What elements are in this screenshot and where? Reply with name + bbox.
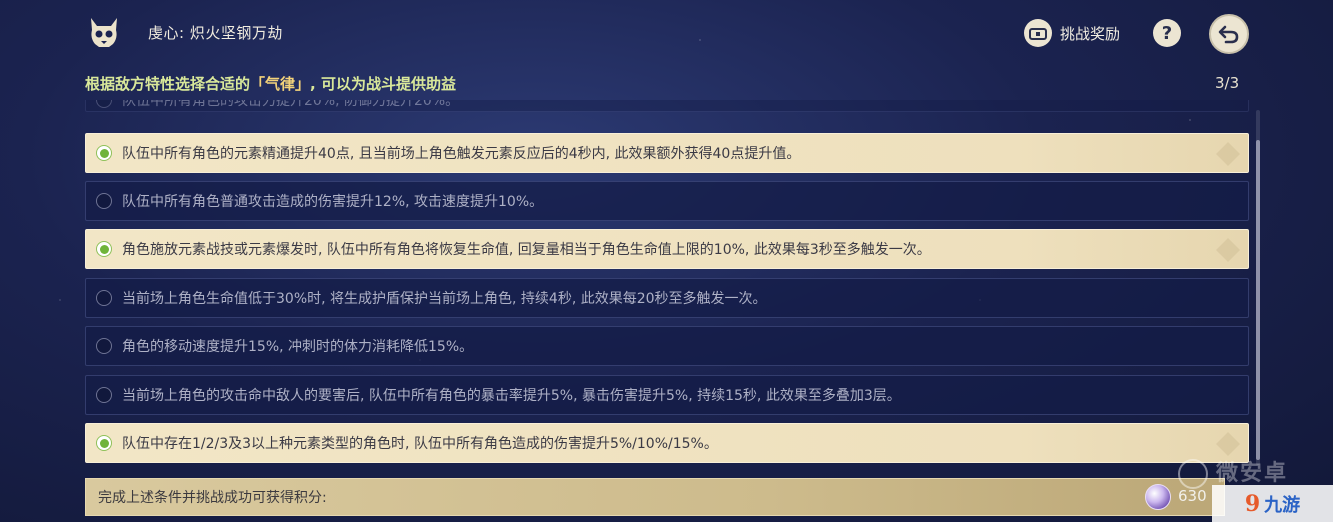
buff-option-5[interactable]: 角色的移动速度提升15%, 冲刺时的体力消耗降低15%。 [85,326,1249,366]
help-button[interactable]: ? [1153,19,1181,47]
scrollbar-thumb[interactable] [1256,140,1260,460]
buff-option-text: 角色的移动速度提升15%, 冲刺时的体力消耗降低15%。 [122,339,474,355]
challenge-reward-button[interactable]: 挑战奖励 [1024,18,1120,48]
list-scrollbar[interactable] [1256,110,1260,465]
buff-option-0[interactable]: 队伍中所有角色的攻击力提升20%, 防御力提升20%。 [85,100,1249,112]
jiuyou-logo-icon: 9 [1244,490,1261,517]
ornament-icon [1216,238,1240,262]
watermark-badge: 9 九游 [1212,485,1333,522]
reward-label: 挑战奖励 [1060,24,1121,43]
page-count: 3/3 [1215,74,1240,92]
buff-option-1[interactable]: 队伍中所有角色的元素精通提升40点, 且当前场上角色触发元素反应后的4秒内, 此… [85,133,1249,173]
buff-option-text: 队伍中所有角色普通攻击造成的伤害提升12%, 攻击速度提升10%。 [122,194,544,210]
score-orb-icon [1145,484,1171,510]
radio-button-checked [96,435,112,451]
buff-option-list: 队伍中所有角色的攻击力提升20%, 防御力提升20%。 队伍中所有角色的元素精通… [85,100,1249,467]
buff-option-text: 角色施放元素战技或元素爆发时, 队伍中所有角色将恢复生命值, 回复量相当于角色生… [122,242,931,258]
buff-option-text: 当前场上角色的攻击命中敌人的要害后, 队伍中所有角色的暴击率提升5%, 暴击伤害… [122,388,901,404]
jiuyou-logo-text: 九游 [1264,494,1301,516]
back-button[interactable] [1209,14,1249,54]
buff-option-3[interactable]: 角色施放元素战技或元素爆发时, 队伍中所有角色将恢复生命值, 回复量相当于角色生… [85,229,1249,269]
radio-button [96,338,112,354]
subtitle-suffix: , 可以为战斗提供助益 [310,75,456,93]
return-arrow-icon [1218,25,1239,44]
score-condition-label: 完成上述条件并挑战成功可获得积分: [98,490,327,506]
score-condition-bar: 完成上述条件并挑战成功可获得积分: [85,478,1225,516]
top-bar: 虔心: 炽火坚钢万劫 挑战奖励 ? [0,0,1333,66]
radio-button [96,387,112,403]
buff-option-text: 队伍中所有角色的元素精通提升40点, 且当前场上角色触发元素反应后的4秒内, 此… [122,146,801,162]
page-title: 虔心: 炽火坚钢万劫 [148,24,283,42]
buff-option-2[interactable]: 队伍中所有角色普通攻击造成的伤害提升12%, 攻击速度提升10%。 [85,181,1249,221]
buff-option-7[interactable]: 队伍中存在1/2/3及3以上种元素类型的角色时, 队伍中所有角色造成的伤害提升5… [85,423,1249,463]
boss-skull-icon [85,14,123,52]
reward-chest-icon [1024,19,1052,47]
radio-button-checked [96,145,112,161]
radio-button [96,193,112,209]
buff-option-4[interactable]: 当前场上角色生命值低于30%时, 将生成护盾保护当前场上角色, 持续4秒, 此效… [85,278,1249,318]
radio-button-checked [96,241,112,257]
ornament-icon [1216,432,1240,456]
score-value: 630 [1178,487,1207,505]
buff-option-text: 队伍中所有角色的攻击力提升20%, 防御力提升20%。 [122,100,460,109]
buff-option-text: 当前场上角色生命值低于30%时, 将生成护盾保护当前场上角色, 持续4秒, 此效… [122,291,767,307]
subtitle-highlight: 「气律」 [250,75,311,93]
buff-option-6[interactable]: 当前场上角色的攻击命中敌人的要害后, 队伍中所有角色的暴击率提升5%, 暴击伤害… [85,375,1249,415]
subtitle-prefix: 根据敌方特性选择合适的 [85,75,251,93]
buff-option-text: 队伍中存在1/2/3及3以上种元素类型的角色时, 队伍中所有角色造成的伤害提升5… [122,436,718,452]
ornament-icon [1216,142,1240,166]
subtitle: 根据敌方特性选择合适的「气律」, 可以为战斗提供助益 [85,73,456,94]
radio-button [96,100,112,108]
radio-button [96,290,112,306]
